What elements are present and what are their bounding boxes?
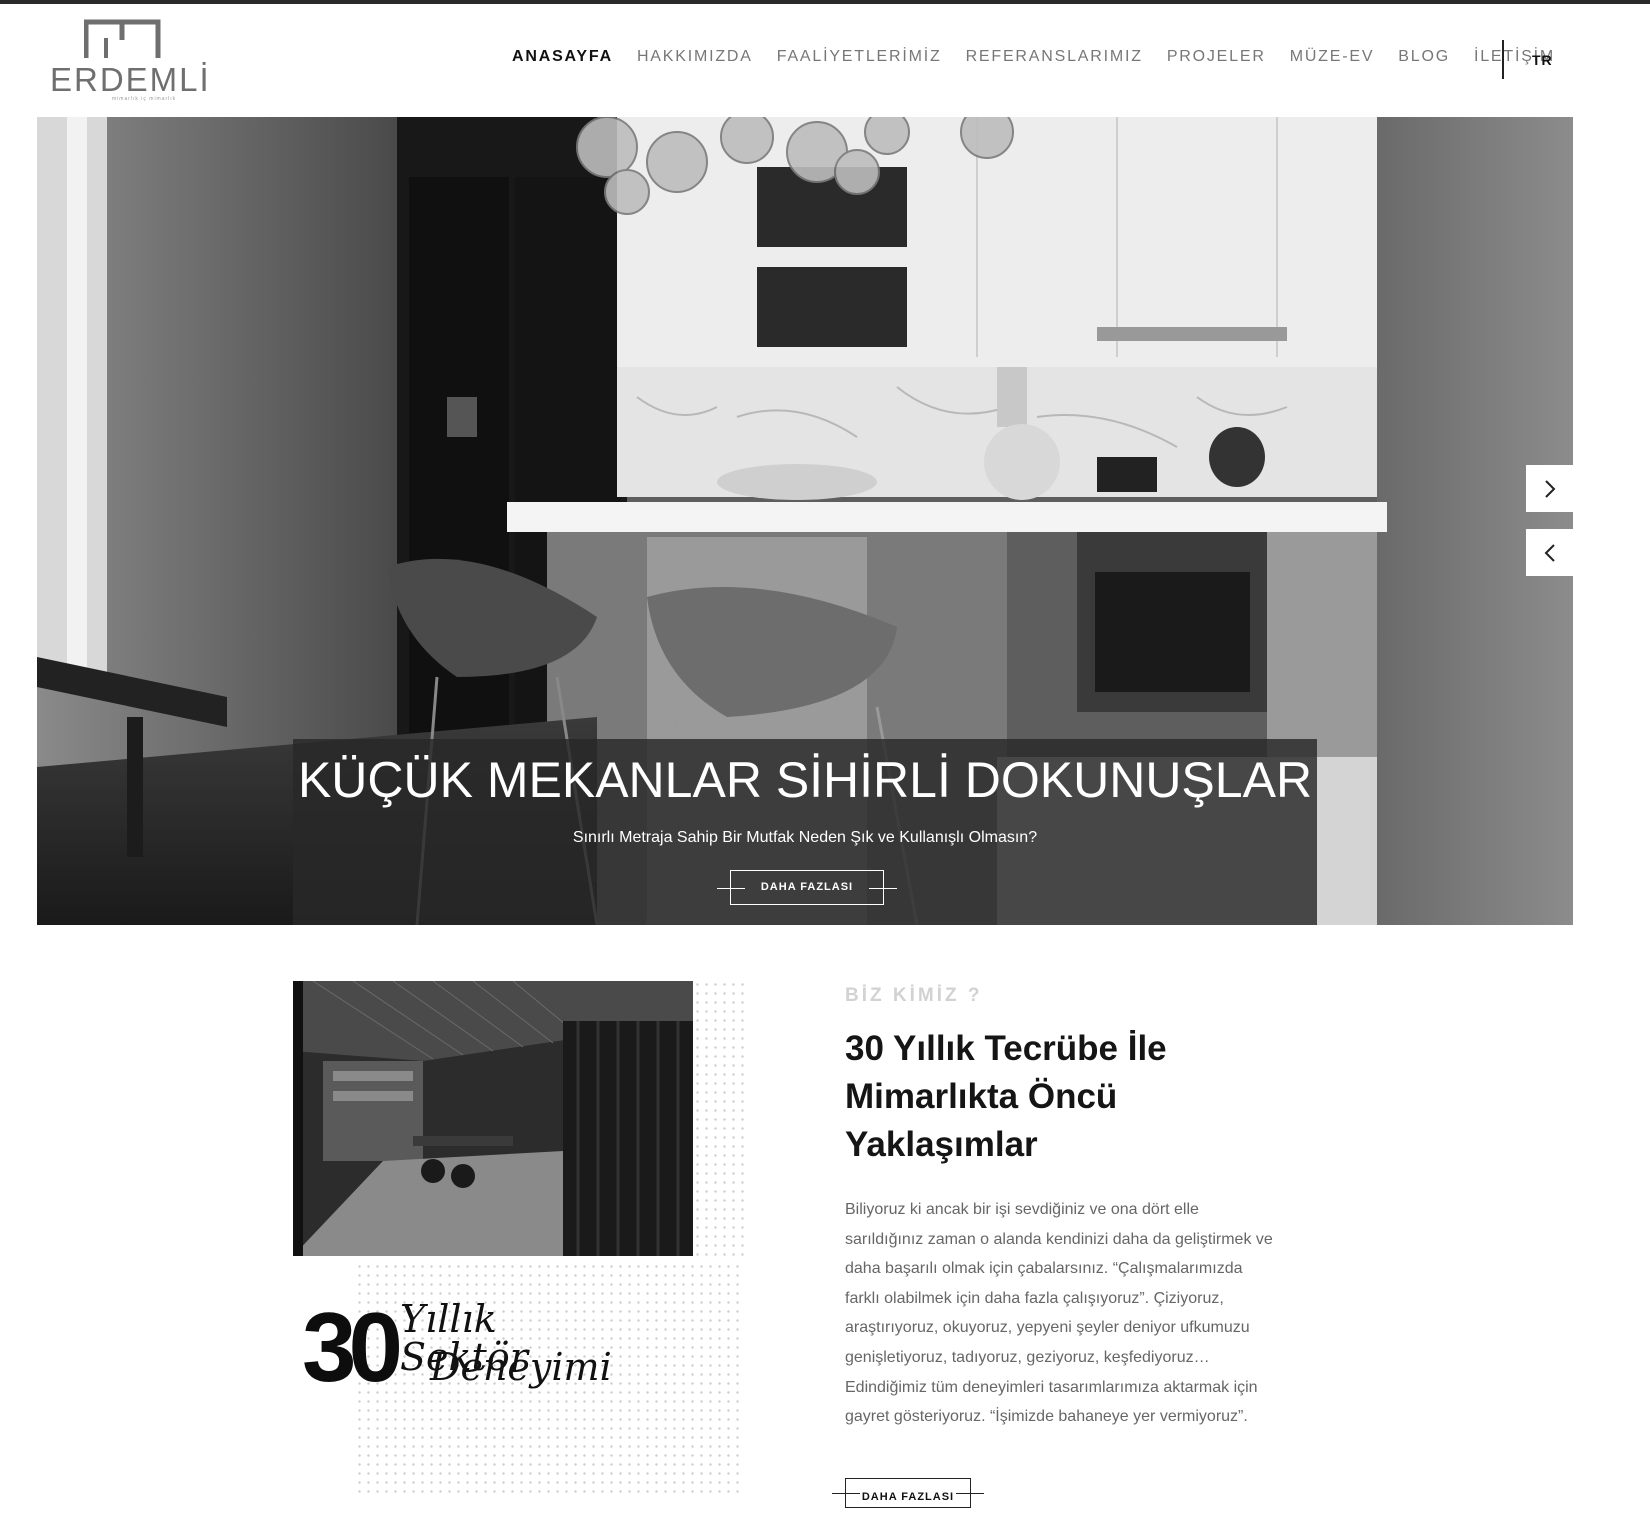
button-line-right [956,1493,984,1494]
logo-mark-icon [84,19,161,58]
office-photo [293,981,693,1256]
about-body: Biliyoruz ki ancak bir işi sevdiğiniz ve… [845,1201,1273,1426]
brand-logo[interactable]: ERDEMLİ mimarlık iç mimarlık [50,18,209,104]
chevron-right-icon [1544,479,1555,498]
hero-more-button-label: DAHA FAZLASI [760,881,854,893]
slider-next-button[interactable] [1526,465,1573,512]
button-line-left [717,887,745,889]
hero-caption: KÜÇÜK MEKANLAR SİHİRLİ DOKUNUŞLAR Sınırl… [293,739,1317,925]
language-selector[interactable]: TR [1532,52,1553,68]
nav-item-muze-ev[interactable]: MÜZE-EV [1290,48,1375,66]
nav-divider [1502,40,1504,79]
button-line-left [832,1493,860,1494]
brand-name: ERDEMLİ [50,61,211,98]
button-line-right [869,887,897,889]
about-more-button-label: DAHA FAZLASI [861,1491,955,1503]
nav-item-projeler[interactable]: PROJELER [1167,48,1266,66]
about-more-button[interactable]: DAHA FAZLASI [832,1478,984,1508]
slider-prev-button[interactable] [1526,529,1573,576]
main-nav: ANASAYFA HAKKIMIZDA FAALİYETLERİMİZ REFE… [512,48,1579,66]
hero-slider: KÜÇÜK MEKANLAR SİHİRLİ DOKUNUŞLAR Sınırl… [37,117,1573,925]
hero-more-button[interactable]: DAHA FAZLASI [717,870,897,905]
about-eyebrow: BİZ KİMİZ ? [845,985,983,1006]
nav-item-blog[interactable]: BLOG [1398,48,1450,66]
top-border [0,0,1650,4]
nav-item-anasayfa[interactable]: ANASAYFA [512,48,613,66]
dot-pattern-side [693,980,745,1262]
brand-tagline: mimarlık iç mimarlık [112,96,177,102]
experience-line-2: Deneyimi [430,1345,612,1389]
experience-badge: 30 Yıllık Sektör Deneyimi [302,1298,622,1408]
experience-number: 30 [302,1292,403,1402]
nav-item-faaliyetlerimiz[interactable]: FAALİYETLERİMİZ [777,48,942,66]
about-more-wrapper: DAHA FAZLASI [832,1478,984,1508]
about-title: 30 Yıllık Tecrübe İle Mimarlıkta Öncü Ya… [845,1029,1167,1164]
chevron-left-icon [1544,543,1555,562]
hero-subtitle: Sınırlı Metraja Sahip Bir Mutfak Neden Ş… [572,829,1038,846]
nav-item-referanslarimiz[interactable]: REFERANSLARIMIZ [966,48,1143,66]
about-office-image [293,981,693,1256]
nav-item-hakkimizda[interactable]: HAKKIMIZDA [637,48,753,66]
hero-title: KÜÇÜK MEKANLAR SİHİRLİ DOKUNUŞLAR [297,752,1313,808]
